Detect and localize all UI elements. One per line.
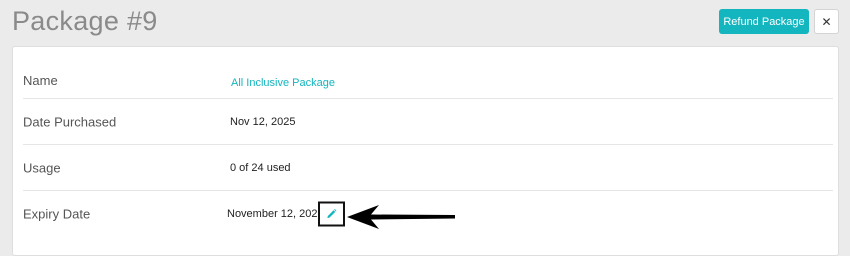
detail-label-expiry-date: Expiry Date [23,206,91,222]
detail-label-name: Name [23,73,58,88]
package-details-card: Name All Inclusive Package Date Purchase… [12,46,839,256]
detail-row-date-purchased: Date Purchased Nov 12, 2025 [23,99,833,145]
detail-label-date-purchased: Date Purchased [23,114,117,129]
close-button[interactable]: ✕ [814,9,839,34]
details-list: Name All Inclusive Package Date Purchase… [23,53,833,237]
pencil-icon [327,209,337,219]
detail-row-name: Name All Inclusive Package [23,53,833,99]
refund-package-button[interactable]: Refund Package [719,9,809,34]
edit-expiry-date-button[interactable] [318,201,345,227]
page-title: Package #9 [12,6,158,36]
close-icon: ✕ [821,14,832,29]
detail-value-usage: 0 of 24 used [230,161,291,174]
detail-row-usage: Usage 0 of 24 used [23,145,833,191]
detail-label-usage: Usage [23,160,61,175]
detail-value-expiry-date: November 12, 2025 [227,208,324,220]
detail-row-expiry-date: Expiry Date November 12, 2025 [23,191,833,237]
package-name-link[interactable]: All Inclusive Package [231,77,335,89]
detail-value-date-purchased: Nov 12, 2025 [230,115,296,128]
